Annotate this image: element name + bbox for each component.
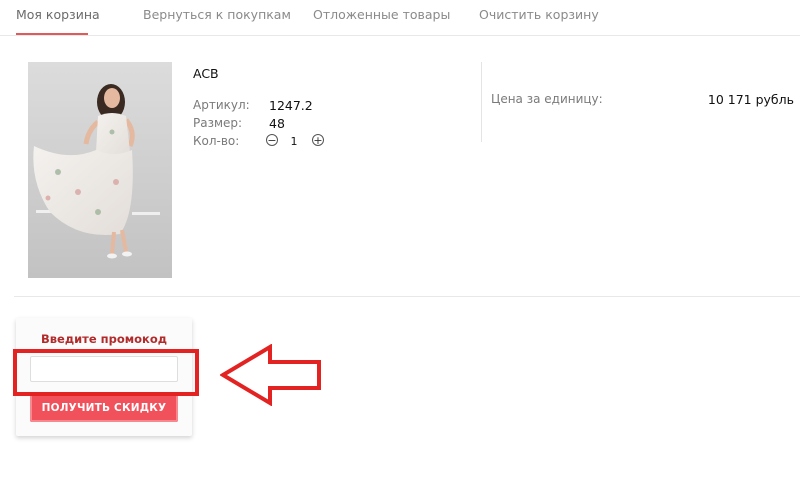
size-value: 48 (269, 116, 285, 131)
minus-icon[interactable]: − (266, 134, 278, 146)
highlight-frame (13, 349, 199, 396)
tab-clear-cart[interactable]: Очистить корзину (479, 7, 599, 33)
price-divider (481, 62, 482, 142)
plus-icon[interactable]: + (312, 134, 324, 146)
arrow-left-icon (220, 344, 321, 406)
dress-photo-illustration (28, 62, 172, 278)
size-label: Размер: (193, 116, 243, 130)
tab-return-to-shopping[interactable]: Вернуться к покупкам (143, 7, 291, 33)
get-discount-button[interactable]: ПОЛУЧИТЬ СКИДКУ (30, 394, 178, 422)
quantity-label: Кол-во: (193, 134, 240, 148)
unit-price-label: Цена за единицу: (491, 92, 603, 106)
product-name[interactable]: ACB (193, 66, 219, 81)
article-value: 1247.2 (269, 98, 313, 113)
tab-deferred-items[interactable]: Отложенные товары (313, 7, 450, 33)
article-label: Артикул: (193, 98, 250, 112)
quantity-value: 1 (290, 135, 298, 148)
product-image[interactable] (28, 62, 172, 278)
unit-price-value: 10 171 рубль (707, 92, 794, 107)
section-divider (14, 296, 800, 297)
cart-page: Моя корзина Вернуться к покупкам Отложен… (0, 0, 800, 500)
promo-code-title: Введите промокод (40, 332, 168, 346)
tab-my-cart[interactable]: Моя корзина (16, 7, 100, 35)
cart-tabs: Моя корзина Вернуться к покупкам Отложен… (0, 0, 800, 36)
